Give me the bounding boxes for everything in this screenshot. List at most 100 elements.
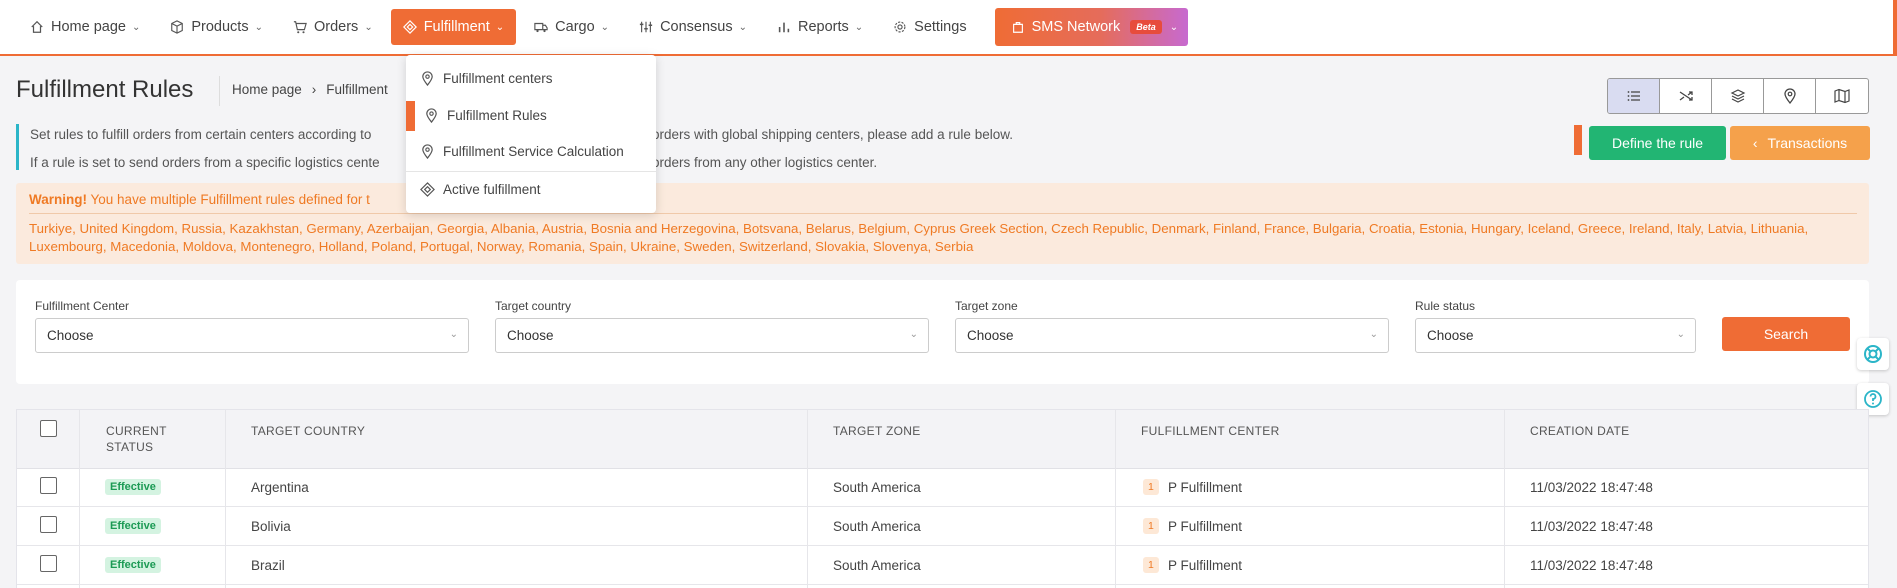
breadcrumb-home[interactable]: Home page <box>232 82 302 97</box>
location-view-button[interactable] <box>1764 79 1816 113</box>
menu-item-active-fulfillment[interactable]: Active fulfillment <box>406 171 656 207</box>
nav-orders[interactable]: Orders ⌄ <box>281 9 385 45</box>
map-view-button[interactable] <box>1816 79 1868 113</box>
header-target-zone: TARGET ZONE <box>833 424 921 438</box>
cell-date: 11/03/2022 18:47:48 <box>1530 519 1653 534</box>
shopping-bag-icon <box>1012 22 1023 33</box>
nav-products-label: Products <box>191 19 249 35</box>
chevron-down-icon: ⌄ <box>254 21 263 33</box>
chevron-down-icon: ⌄ <box>364 21 373 33</box>
header-status-line1: CURRENT <box>106 424 167 438</box>
menu-item-label: Fulfillment Service Calculation <box>443 143 624 159</box>
filter-card: Fulfillment Center Choose ⌄ Target count… <box>16 280 1869 384</box>
transactions-label: Transactions <box>1767 135 1848 151</box>
filter-zone-value: Choose <box>967 328 1014 343</box>
nav-home[interactable]: Home page ⌄ <box>18 9 152 45</box>
filter-country-select[interactable]: Choose ⌄ <box>495 318 929 353</box>
select-all-checkbox[interactable] <box>40 420 57 437</box>
fulfillment-icon <box>420 181 435 197</box>
cell-date: 11/03/2022 18:47:48 <box>1530 480 1653 495</box>
row-checkbox[interactable] <box>40 477 57 494</box>
page-title: Fulfillment Rules <box>16 76 194 103</box>
breadcrumb: Home page › Fulfillment <box>232 82 388 97</box>
menu-item-label: Active fulfillment <box>443 181 541 197</box>
filter-status-value: Choose <box>1427 328 1474 343</box>
chevron-down-icon: ⌄ <box>1169 21 1179 33</box>
nav-products[interactable]: Products ⌄ <box>158 9 275 45</box>
search-button[interactable]: Search <box>1722 317 1850 351</box>
fulfillment-icon <box>402 20 417 34</box>
nav-edge-accent <box>1893 0 1897 56</box>
nav-settings-label: Settings <box>914 19 967 35</box>
nav-sms-network[interactable]: SMS Network Beta ⌄ <box>994 8 1189 46</box>
status-badge: Effective <box>105 518 161 534</box>
location-pin-icon <box>426 107 437 123</box>
transactions-button[interactable]: ‹ Transactions <box>1730 126 1870 160</box>
gear-icon <box>894 21 906 33</box>
location-pin-icon <box>422 70 433 86</box>
define-rule-button[interactable]: Define the rule <box>1589 126 1726 160</box>
warning-divider <box>29 213 1857 214</box>
info-accent-bar <box>16 124 19 170</box>
filter-country-label: Target country <box>495 299 572 313</box>
shuffle-view-button[interactable] <box>1660 79 1712 113</box>
nav-fulfillment[interactable]: Fulfillment ⌄ <box>390 9 517 45</box>
center-count-badge: 1 <box>1143 479 1159 495</box>
map-icon <box>1834 88 1850 104</box>
filter-status-select[interactable]: Choose ⌄ <box>1415 318 1696 353</box>
truck-icon <box>534 22 548 33</box>
bar-chart-icon <box>778 22 790 33</box>
filter-center-select[interactable]: Choose ⌄ <box>35 318 469 353</box>
cell-center: P Fulfillment <box>1168 558 1243 573</box>
menu-item-fulfillment-centers[interactable]: Fulfillment centers <box>406 60 656 96</box>
nav-reports-label: Reports <box>798 19 849 35</box>
nav-home-label: Home page <box>51 19 126 35</box>
info-text-line2-end: orders from any other logistics center. <box>652 155 878 170</box>
info-text-line1-end: orders with global shipping centers, ple… <box>652 127 1013 142</box>
nav-orders-label: Orders <box>313 19 359 35</box>
row-checkbox[interactable] <box>40 516 57 533</box>
sliders-icon <box>639 21 653 33</box>
layers-view-button[interactable] <box>1712 79 1764 113</box>
view-toggle-group <box>1607 78 1869 114</box>
location-pin-icon <box>422 143 433 159</box>
table-row[interactable]: Effective Bolivia South America 1 P Fulf… <box>17 508 1868 546</box>
nav-reports[interactable]: Reports ⌄ <box>765 9 875 45</box>
cell-center: P Fulfillment <box>1168 519 1243 534</box>
cell-country: Brazil <box>251 558 285 573</box>
list-view-button[interactable] <box>1608 79 1660 113</box>
table-row[interactable]: Effective Argentina South America 1 P Fu… <box>17 469 1868 507</box>
nav-sms-label: SMS Network <box>1031 19 1121 35</box>
lifebuoy-icon <box>1864 345 1882 363</box>
chevron-down-icon: ⌄ <box>854 21 864 33</box>
highlight-marker <box>1574 125 1582 155</box>
table-row[interactable]: Effective Brazil South America 1 P Fulfi… <box>17 547 1868 585</box>
warning-strong: Warning! <box>29 192 87 207</box>
menu-item-service-calculation[interactable]: Fulfillment Service Calculation <box>406 133 656 169</box>
filter-zone-select[interactable]: Choose ⌄ <box>955 318 1389 353</box>
cart-icon <box>293 21 307 34</box>
table-header: CURRENT STATUS TARGET COUNTRY TARGET ZON… <box>17 410 1868 469</box>
nav-cargo[interactable]: Cargo ⌄ <box>522 9 621 45</box>
row-checkbox[interactable] <box>40 555 57 572</box>
nav-consensus-label: Consensus <box>660 19 733 35</box>
shuffle-icon <box>1679 91 1693 101</box>
chevron-down-icon: ⌄ <box>495 21 505 33</box>
cell-date: 11/03/2022 18:47:48 <box>1530 558 1653 573</box>
breadcrumb-separator: › <box>311 82 317 97</box>
header-fulfillment-center: FULFILLMENT CENTER <box>1141 424 1280 438</box>
menu-item-fulfillment-rules[interactable]: Fulfillment Rules <box>406 97 656 133</box>
status-badge: Effective <box>105 479 161 495</box>
support-button[interactable] <box>1857 338 1889 370</box>
home-icon <box>31 20 43 33</box>
cell-center: P Fulfillment <box>1168 480 1243 495</box>
breadcrumb-current: Fulfillment <box>326 82 388 97</box>
filter-center-value: Choose <box>47 328 94 343</box>
beta-badge: Beta <box>1130 20 1162 34</box>
nav-settings[interactable]: Settings <box>881 9 978 45</box>
warning-title: Warning! You have multiple Fulfillment r… <box>29 192 370 207</box>
filter-center-label: Fulfillment Center <box>35 299 130 313</box>
nav-consensus[interactable]: Consensus ⌄ <box>627 9 759 45</box>
list-icon <box>1627 91 1640 101</box>
chevron-down-icon: ⌄ <box>738 21 747 33</box>
